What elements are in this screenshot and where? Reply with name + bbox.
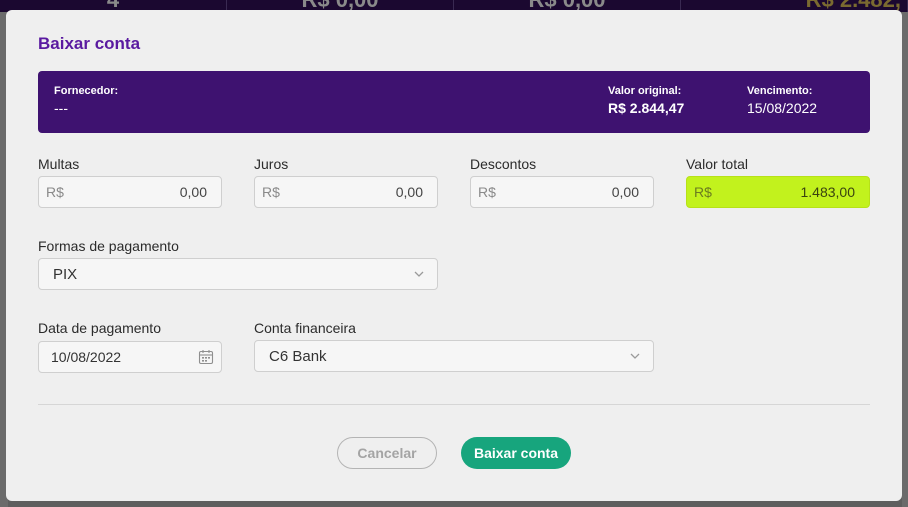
financial-account-select[interactable]: C6 Bank [254, 340, 654, 372]
currency-prefix: R$ [694, 184, 712, 200]
calendar-icon[interactable] [198, 349, 214, 365]
payment-date-label: Data de pagamento [38, 320, 161, 336]
financial-account-value: C6 Bank [269, 347, 327, 365]
bill-info-bar: Fornecedor: --- Valor original: R$ 2.844… [38, 71, 870, 133]
due-date-info: Vencimento: 15/08/2022 [747, 85, 817, 116]
chevron-down-icon [630, 353, 640, 359]
fines-label: Multas [38, 156, 80, 172]
fines-input[interactable]: R$ 0,00 [38, 176, 222, 208]
original-value-label: Valor original: [608, 85, 682, 97]
currency-prefix: R$ [478, 184, 496, 200]
original-value-info: Valor original: R$ 2.844,47 [608, 85, 684, 116]
financial-account-label: Conta financeira [254, 320, 356, 336]
interest-input[interactable]: R$ 0,00 [254, 176, 438, 208]
cancel-button[interactable]: Cancelar [337, 437, 437, 469]
total-input: R$ 1.483,00 [686, 176, 870, 208]
original-value: R$ 2.844,47 [608, 100, 685, 116]
discounts-label: Descontos [470, 156, 537, 172]
supplier-info: Fornecedor: --- [54, 85, 118, 116]
supplier-label: Fornecedor: [54, 85, 119, 97]
modal-title: Baixar conta [38, 34, 141, 53]
discounts-value: 0,00 [611, 184, 639, 200]
payment-method-value: PIX [53, 265, 78, 283]
interest-value: 0,00 [395, 184, 423, 200]
background-table-edge-right [902, 12, 908, 507]
discounts-input[interactable]: R$ 0,00 [470, 176, 654, 208]
divider [38, 404, 870, 405]
due-date-label: Vencimento: [747, 85, 813, 97]
payment-method-select[interactable]: PIX [38, 258, 438, 290]
currency-prefix: R$ [262, 184, 280, 200]
pay-bill-button[interactable]: Baixar conta [461, 437, 571, 469]
total-value: 1.483,00 [800, 184, 856, 200]
supplier-value: --- [54, 100, 68, 116]
due-date-value: 15/08/2022 [747, 100, 818, 116]
interest-label: Juros [254, 156, 289, 172]
pay-bill-modal: Baixar conta Fornecedor: --- Valor origi… [6, 10, 902, 501]
payment-method-label: Formas de pagamento [38, 238, 179, 254]
fines-value: 0,00 [179, 184, 207, 200]
total-label: Valor total [686, 156, 748, 172]
payment-date-value: 10/08/2022 [51, 349, 122, 365]
payment-date-input[interactable]: 10/08/2022 [38, 341, 222, 373]
chevron-down-icon [414, 271, 424, 277]
currency-prefix: R$ [46, 184, 64, 200]
